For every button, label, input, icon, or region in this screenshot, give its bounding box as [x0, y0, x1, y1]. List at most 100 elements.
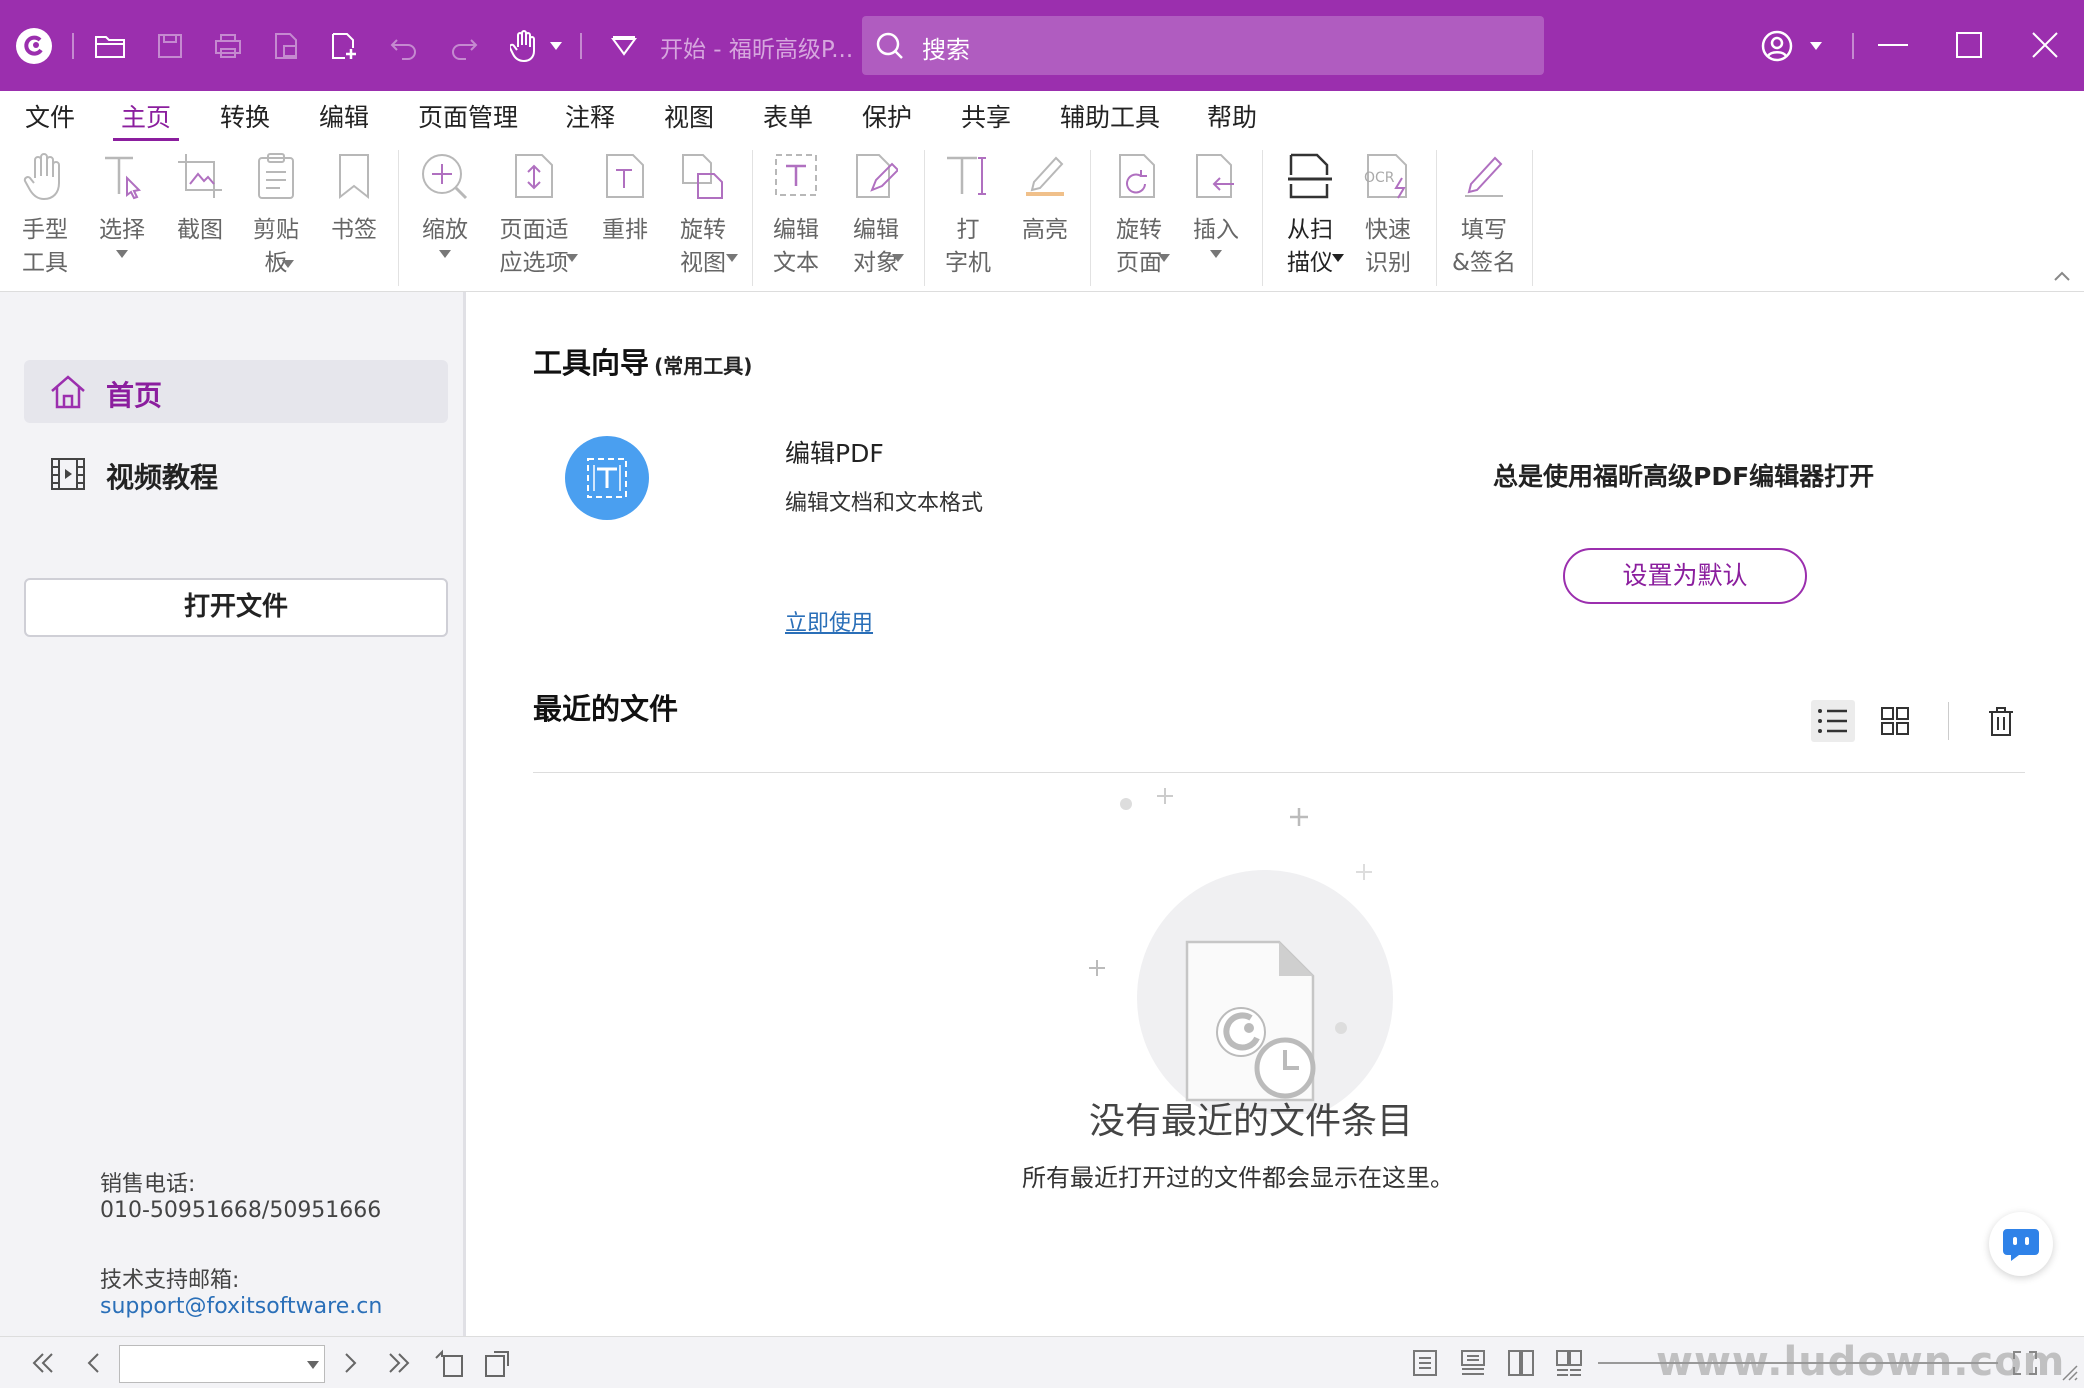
tab-help[interactable]: 帮助 — [1207, 91, 1257, 144]
tab-page-management[interactable]: 页面管理 — [418, 91, 518, 144]
next-page-icon[interactable] — [334, 1347, 368, 1379]
fill-sign-button[interactable]: 填写 &签名 — [1446, 144, 1522, 284]
quick-access-dropdown-icon[interactable] — [546, 36, 566, 56]
insert-button[interactable]: 插入 — [1184, 144, 1248, 284]
tab-convert[interactable]: 转换 — [220, 91, 270, 144]
edit-object-button[interactable]: 编辑 对象 — [836, 144, 916, 284]
tab-protect[interactable]: 保护 — [862, 91, 912, 144]
edit-object-icon — [854, 152, 898, 200]
edit-object-dropdown-icon[interactable] — [892, 254, 904, 262]
page-dropdown-icon[interactable] — [306, 1360, 320, 1370]
minimize-icon[interactable] — [1874, 26, 1912, 64]
list-view-icon[interactable] — [1811, 700, 1855, 742]
insert-dropdown-icon[interactable] — [1210, 250, 1222, 258]
edit-text-button[interactable]: 编辑 文本 — [764, 144, 828, 284]
default-app-text: 总是使用福昕高级PDF编辑器打开 — [1493, 462, 1875, 491]
rotate-page-button[interactable]: 旋转 页面 — [1104, 144, 1174, 284]
last-page-icon[interactable] — [382, 1347, 416, 1379]
resize-grip-icon[interactable] — [2056, 1359, 2080, 1383]
tab-view[interactable]: 视图 — [664, 91, 714, 144]
set-default-label: 设置为默认 — [1622, 561, 1748, 590]
sidebar-item-tutorial[interactable]: 视频教程 — [24, 442, 448, 505]
from-scanner-button[interactable]: 从扫 描仪 — [1274, 144, 1346, 284]
fill-sign-icon — [1461, 152, 1507, 200]
scan-doc-icon[interactable] — [268, 28, 304, 64]
continuous-page-icon[interactable] — [1456, 1347, 1490, 1379]
tab-accessibility[interactable]: 辅助工具 — [1060, 91, 1160, 144]
search-box[interactable]: 搜索 — [862, 16, 1544, 75]
single-page-icon[interactable] — [1408, 1347, 1442, 1379]
empty-state-illustration — [1071, 784, 1451, 1114]
video-icon — [48, 454, 88, 494]
sidebar-item-label: 首页 — [106, 379, 163, 412]
bookmark-button[interactable]: 书签 — [322, 144, 386, 284]
grid-view-icon[interactable] — [1873, 700, 1917, 742]
search-input[interactable]: 搜索 — [922, 30, 970, 65]
print-icon[interactable] — [210, 28, 246, 64]
rotate-view-dropdown-icon[interactable] — [726, 254, 738, 262]
maximize-icon[interactable] — [1950, 26, 1988, 64]
tab-share[interactable]: 共享 — [961, 91, 1011, 144]
continuous-facing-icon[interactable] — [1552, 1347, 1586, 1379]
next-view-icon[interactable] — [480, 1347, 516, 1379]
hand-tool-quick-icon[interactable] — [506, 26, 542, 66]
tab-form[interactable]: 表单 — [763, 91, 813, 144]
fullscreen-icon[interactable] — [2008, 1347, 2042, 1379]
redo-icon[interactable] — [446, 28, 482, 64]
bookmark-icon — [337, 152, 371, 200]
page-fit-dropdown-icon[interactable] — [566, 254, 578, 262]
document-tab[interactable]: 开始 - 福昕高级P... — [660, 30, 853, 64]
chat-assistant-icon[interactable] — [1989, 1212, 2053, 1276]
open-file-button[interactable]: 打开文件 — [24, 578, 448, 637]
rotate-page-dropdown-icon[interactable] — [1158, 254, 1170, 262]
rotate-view-button[interactable]: 旋转 视图 — [668, 144, 738, 284]
clipboard-icon — [256, 152, 296, 200]
menu-bar: 文件 主页 转换 编辑 页面管理 注释 视图 表单 保护 共享 辅助工具 帮助 — [0, 91, 2084, 144]
support-email-link[interactable]: support@foxitsoftware.cn — [100, 1294, 382, 1319]
collapse-ribbon-icon[interactable] — [2052, 266, 2072, 286]
foxit-logo-icon[interactable] — [16, 28, 52, 64]
page-fit-button[interactable]: 页面适 应选项 — [488, 144, 580, 284]
tab-file[interactable]: 文件 — [25, 91, 75, 144]
previous-view-icon[interactable] — [432, 1347, 468, 1379]
select-button[interactable]: 选择 — [90, 144, 154, 284]
account-icon[interactable] — [1758, 27, 1796, 65]
save-icon[interactable] — [152, 28, 188, 64]
first-page-icon[interactable] — [26, 1347, 60, 1379]
quick-ocr-button[interactable]: OCR 快速 识别 — [1356, 144, 1420, 284]
watermark-text: www.ludown.com — [1656, 1339, 2066, 1385]
ocr-icon: OCR — [1362, 152, 1414, 200]
clipboard-dropdown-icon[interactable] — [282, 260, 294, 268]
hand-icon — [23, 152, 67, 202]
customize-toolbar-icon[interactable] — [606, 30, 642, 62]
undo-icon[interactable] — [386, 28, 422, 64]
reflow-button[interactable]: 重排 — [592, 144, 658, 284]
account-dropdown-icon[interactable] — [1806, 36, 1826, 56]
zoom-dropdown-icon[interactable] — [439, 250, 451, 258]
sidebar-item-home[interactable]: 首页 — [24, 360, 448, 423]
tool-description: 编辑文档和文本格式 — [785, 491, 984, 516]
screenshot-button[interactable]: 截图 — [168, 144, 232, 284]
close-icon[interactable] — [2026, 26, 2064, 64]
previous-page-icon[interactable] — [76, 1347, 110, 1379]
select-dropdown-icon[interactable] — [116, 250, 128, 258]
typewriter-button[interactable]: 打 字机 — [936, 144, 1000, 284]
highlight-button[interactable]: 高亮 — [1012, 144, 1078, 284]
set-default-button[interactable]: 设置为默认 — [1563, 548, 1807, 604]
hand-tool-button[interactable]: 手型 工具 — [10, 144, 80, 284]
empty-state-title: 没有最近的文件条目 — [1089, 1101, 1414, 1142]
scanner-dropdown-icon[interactable] — [1332, 254, 1344, 262]
clipboard-button[interactable]: 剪贴 板 — [244, 144, 308, 284]
tab-home[interactable]: 主页 — [112, 91, 180, 144]
open-folder-icon[interactable] — [92, 28, 128, 64]
tools-subtitle: (常用工具) — [654, 354, 753, 378]
select-text-icon — [99, 152, 145, 202]
zoom-button[interactable]: 缩放 — [412, 144, 478, 284]
trash-icon[interactable] — [1979, 700, 2023, 742]
page-number-input[interactable] — [119, 1345, 325, 1383]
use-now-link[interactable]: 立即使用 — [785, 605, 873, 637]
facing-page-icon[interactable] — [1504, 1347, 1538, 1379]
new-document-icon[interactable] — [326, 28, 362, 64]
tab-comment[interactable]: 注释 — [565, 91, 615, 144]
tab-edit[interactable]: 编辑 — [319, 91, 369, 144]
